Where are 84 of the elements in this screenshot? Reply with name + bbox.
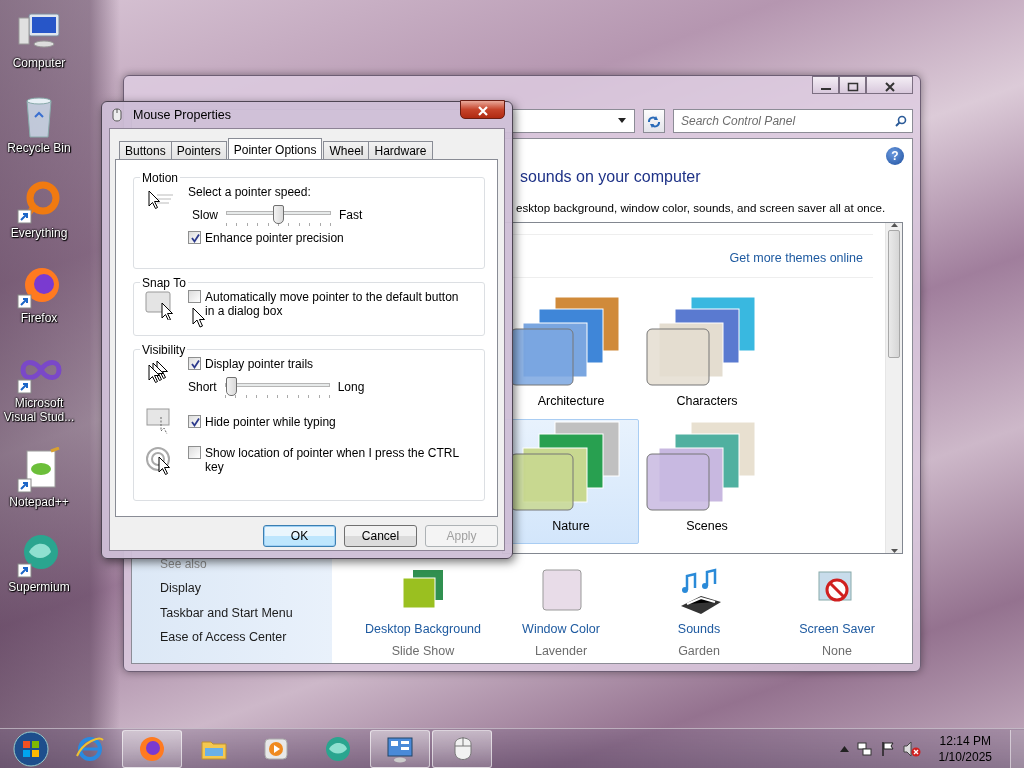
mouse-pointer-icon [192,307,206,329]
maximize-icon[interactable] [846,81,859,92]
page-description: esktop background, window color, sounds, and screen saver all at once. [516,200,886,214]
see-also-heading: See also [160,555,208,573]
refresh-button[interactable] [643,108,665,133]
desktop-icon-label[interactable]: Firefox [20,311,58,325]
dialog-button[interactable]: OK [263,524,336,547]
slider-thumb[interactable] [225,376,237,396]
mouse-icon [109,107,125,122]
dropdown-caret-icon[interactable] [618,118,626,124]
theme-name: Architecture [537,392,605,410]
checkbox-label[interactable]: Show location of pointer when I press the CTRL key [205,445,476,474]
minimize-button[interactable] [812,76,839,94]
desktop-icon-label[interactable]: Everything [10,226,68,240]
show-hidden-icons-arrow-icon[interactable] [839,745,849,752]
theme-name: Nature [552,517,590,535]
clock-date[interactable]: 1/10/2025 [938,748,992,765]
sidebar-link[interactable]: Taskbar and Start Menu [160,603,293,623]
taskbar-button[interactable] [370,729,430,768]
group-title: Visibility [141,342,187,357]
dialog-button[interactable]: Cancel [344,524,417,547]
slider-min-label: Short [188,379,217,394]
setting-link[interactable]: Window Color [522,620,600,639]
muted-speaker-icon[interactable] [902,740,921,757]
checkbox[interactable] [188,414,201,428]
desktop-icon-label[interactable]: Supermium [8,580,70,594]
setting-value: Lavender [534,642,588,660]
speed-prompt: Select a pointer speed: [188,184,312,199]
scrollbar[interactable] [885,223,902,554]
scroll-up-arrow-icon[interactable] [890,223,898,228]
setting-value: Slide Show [391,642,455,660]
slider-min-label: Slow [192,207,218,222]
checkbox[interactable] [188,445,201,459]
sidebar-link[interactable]: Ease of Access Center [160,628,287,647]
checkbox-label[interactable]: Hide pointer while typing [205,414,336,429]
checkbox[interactable] [188,230,201,244]
theme-name: Scenes [686,517,728,535]
theme-item[interactable]: Scenes [639,418,775,544]
checkbox[interactable] [188,356,201,370]
refresh-icon[interactable] [647,115,661,128]
themes-link[interactable]: Get more themes online [729,249,863,268]
checkbox-label[interactable]: Enhance pointer precision [205,230,344,245]
tab[interactable]: Pointers [170,140,227,159]
page-heading: sounds on your computer [520,167,701,185]
setting-value: Garden [678,642,720,660]
scrollbar-thumb[interactable] [888,230,900,359]
desktop-icon-label[interactable]: Computer [12,56,66,70]
taskbar-button[interactable] [432,729,492,768]
checkbox-label[interactable]: Display pointer trails [205,356,314,371]
taskbar-button[interactable] [122,729,182,768]
setting-link[interactable]: Desktop Background [364,620,481,639]
theme-item[interactable]: Characters [639,293,775,419]
tab[interactable]: Wheel [323,140,370,159]
theme-item[interactable]: Architecture [503,293,639,419]
group-title: Snap To [141,275,187,290]
maximize-button[interactable] [839,76,866,94]
setting-value: None [822,642,852,660]
slider-thumb[interactable] [273,204,284,224]
tab[interactable]: Buttons [119,140,172,159]
slider-max-label: Long [337,379,365,394]
close-icon[interactable] [883,81,896,92]
desktop-icon-label[interactable]: Recycle Bin [7,141,71,155]
setting-link[interactable]: Screen Saver [799,620,875,639]
desktop-icon-label[interactable]: Notepad++ [9,495,69,509]
desktop-icon-label[interactable]: Microsoft Visual Stud... [0,396,78,424]
group-title: Motion [141,170,180,185]
slider-max-label: Fast [339,207,363,222]
tab[interactable]: Pointer Options [227,137,323,159]
dialog-title: Mouse Properties [133,106,231,124]
theme-name: Characters [676,392,738,410]
search-field[interactable]: Search Control Panel [673,108,913,133]
sidebar-link[interactable]: Display [160,578,201,598]
scroll-down-arrow-icon[interactable] [890,549,898,554]
start-orb-icon[interactable] [13,730,49,767]
search-icon[interactable] [895,114,907,127]
setting-link[interactable]: Sounds [677,620,721,639]
checkbox-label[interactable]: Automatically move pointer to the default button in a dialog box [205,289,470,318]
close-button[interactable] [460,100,505,119]
flag-icon[interactable] [880,740,895,757]
checkbox[interactable] [188,289,201,303]
close-button[interactable] [866,76,913,94]
network-icon[interactable] [856,740,873,757]
tab[interactable]: Hardware [368,140,433,159]
clock-time[interactable]: 12:14 PM [938,732,992,749]
